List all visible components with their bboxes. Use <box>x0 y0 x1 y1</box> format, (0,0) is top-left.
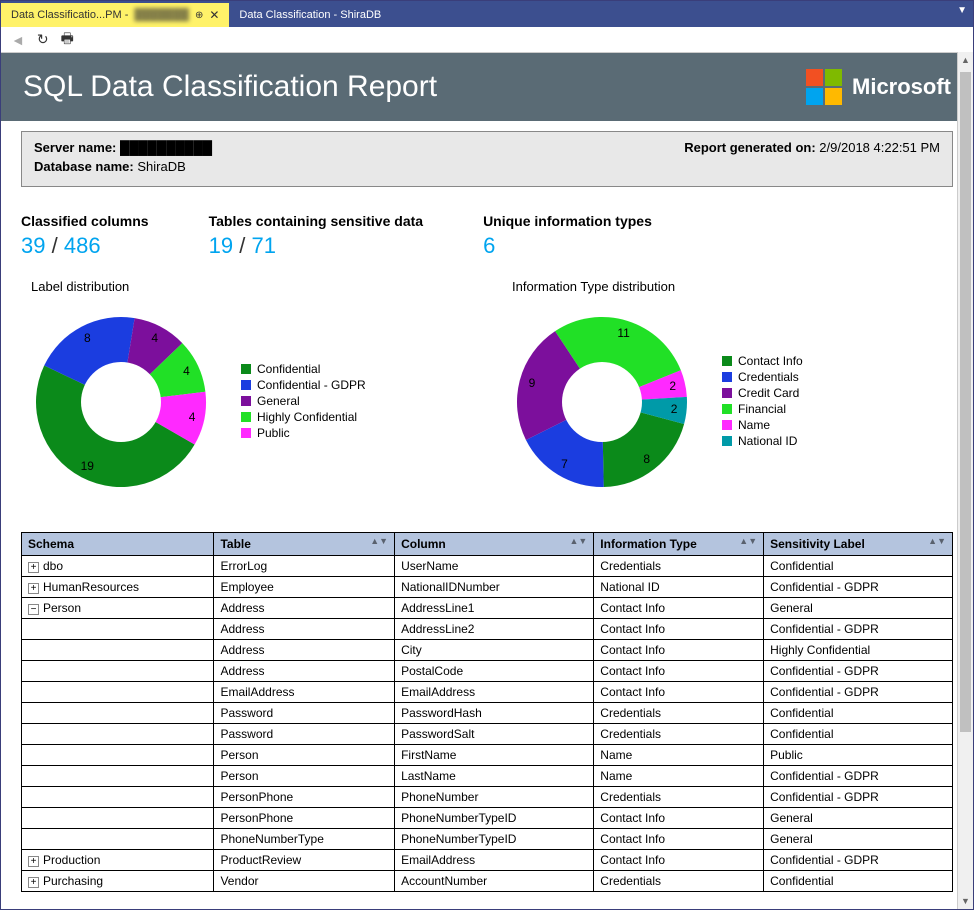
stat-sensitive-tables: Tables containing sensitive data 19 / 71 <box>209 213 423 259</box>
report-generated-value: 2/9/2018 4:22:51 PM <box>819 140 940 155</box>
legend-item: National ID <box>722 434 803 448</box>
table-row: +PurchasingVendorAccountNumberCredential… <box>22 871 953 892</box>
classification-table: SchemaTable▲▼Column▲▼Information Type▲▼S… <box>21 532 953 892</box>
microsoft-logo: Microsoft <box>806 69 951 105</box>
expand-icon[interactable]: + <box>28 856 39 867</box>
chart-label-distribution: Label distribution 198444 ConfidentialCo… <box>21 279 472 502</box>
database-name-value: ShiraDB <box>137 159 185 174</box>
tab-active[interactable]: Data Classificatio...PM - ███████ ⊕ ✕ <box>1 3 229 27</box>
table-row: PersonPhonePhoneNumberTypeIDContact Info… <box>22 808 953 829</box>
table-row: PersonFirstNameNamePublic <box>22 745 953 766</box>
table-row: PasswordPasswordSaltCredentialsConfident… <box>22 724 953 745</box>
tab-strip: Data Classificatio...PM - ███████ ⊕ ✕ Da… <box>1 1 973 27</box>
column-header[interactable]: Information Type▲▼ <box>594 533 764 556</box>
server-name-value: ██████████ <box>120 140 212 155</box>
column-header[interactable]: Sensitivity Label▲▼ <box>764 533 953 556</box>
close-icon[interactable]: ✕ <box>209 8 219 22</box>
toolbar: ◄ ↻ 🖶 <box>1 27 973 53</box>
table-row: AddressPostalCodeContact InfoConfidentia… <box>22 661 953 682</box>
table-row: AddressAddressLine2Contact InfoConfident… <box>22 619 953 640</box>
report-header: SQL Data Classification Report Microsoft <box>1 53 973 121</box>
legend-item: Contact Info <box>722 354 803 368</box>
expand-icon[interactable]: + <box>28 583 39 594</box>
stats-row: Classified columns 39 / 486 Tables conta… <box>21 213 953 259</box>
legend-item: General <box>241 394 366 408</box>
pin-icon[interactable]: ⊕ <box>195 10 203 21</box>
table-row: −PersonAddressAddressLine1Contact InfoGe… <box>22 598 953 619</box>
column-header[interactable]: Table▲▼ <box>214 533 395 556</box>
table-row: AddressCityContact InfoHighly Confidenti… <box>22 640 953 661</box>
scroll-down-icon[interactable]: ▼ <box>958 893 973 909</box>
window-menu-icon[interactable]: ▼ <box>957 5 967 16</box>
info-box: Server name: ██████████ Database name: S… <box>21 131 953 187</box>
legend-item: Highly Confidential <box>241 410 366 424</box>
refresh-icon[interactable]: ↻ <box>37 31 49 48</box>
scroll-up-icon[interactable]: ▲ <box>958 52 973 68</box>
legend-item: Financial <box>722 402 803 416</box>
legend-item: Credit Card <box>722 386 803 400</box>
table-row: PhoneNumberTypePhoneNumberTypeIDContact … <box>22 829 953 850</box>
legend-item: Confidential <box>241 362 366 376</box>
table-row: +ProductionProductReviewEmailAddressCont… <box>22 850 953 871</box>
legend-item: Credentials <box>722 370 803 384</box>
table-row: +HumanResourcesEmployeeNationalIDNumberN… <box>22 577 953 598</box>
legend-item: Name <box>722 418 803 432</box>
expand-icon[interactable]: + <box>28 562 39 573</box>
scroll-thumb[interactable] <box>960 72 971 732</box>
back-icon[interactable]: ◄ <box>11 32 25 48</box>
legend-item: Public <box>241 426 366 440</box>
table-row: EmailAddressEmailAddressContact InfoConf… <box>22 682 953 703</box>
vertical-scrollbar[interactable]: ▲ ▼ <box>957 52 973 909</box>
column-header[interactable]: Column▲▼ <box>395 533 594 556</box>
collapse-icon[interactable]: − <box>28 604 39 615</box>
table-row: PasswordPasswordHashCredentialsConfident… <box>22 703 953 724</box>
chart-infotype-distribution: Information Type distribution 8791122 Co… <box>502 279 953 502</box>
tab-inactive[interactable]: Data Classification - ShiraDB <box>229 3 391 27</box>
stat-classified-columns: Classified columns 39 / 486 <box>21 213 149 259</box>
table-row: PersonPhonePhoneNumberCredentialsConfide… <box>22 787 953 808</box>
expand-icon[interactable]: + <box>28 877 39 888</box>
page-title: SQL Data Classification Report <box>23 70 437 104</box>
table-row: +dboErrorLogUserNameCredentialsConfident… <box>22 556 953 577</box>
column-header[interactable]: Schema <box>22 533 214 556</box>
legend-item: Confidential - GDPR <box>241 378 366 392</box>
print-icon[interactable]: 🖶 <box>61 28 74 52</box>
stat-unique-types: Unique information types 6 <box>483 213 652 259</box>
table-row: PersonLastNameNameConfidential - GDPR <box>22 766 953 787</box>
